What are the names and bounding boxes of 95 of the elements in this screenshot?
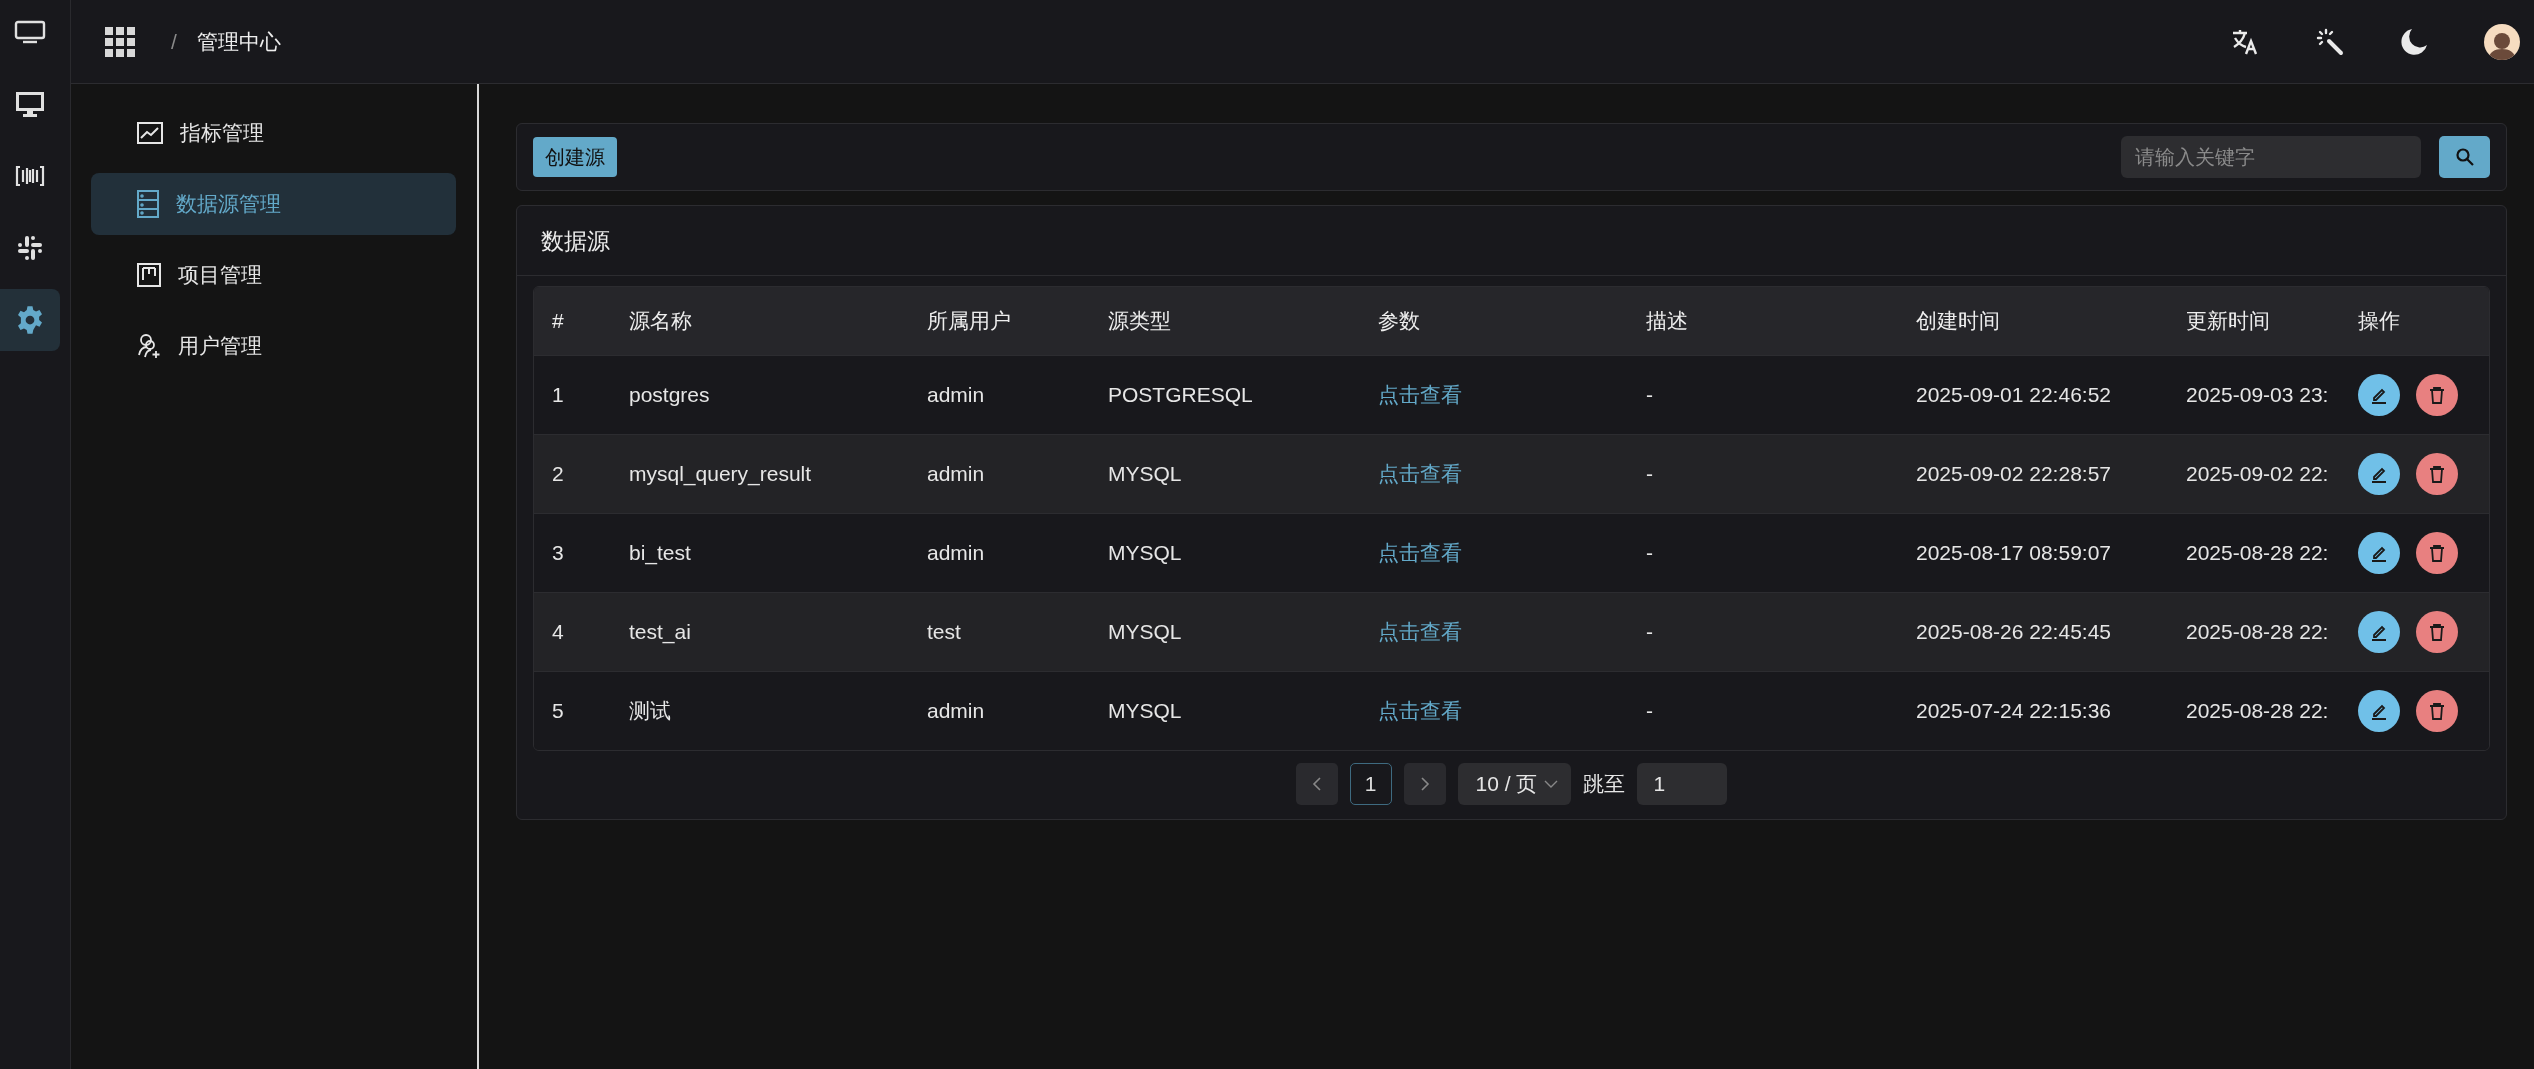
- moon-icon[interactable]: [2400, 27, 2428, 56]
- jump-field[interactable]: 1: [1637, 763, 1728, 805]
- pencil-icon: [2370, 386, 2388, 404]
- edit-button[interactable]: [2358, 453, 2400, 495]
- table-cell: 2025-08-28 22:: [2168, 592, 2340, 672]
- table-cell: mysql_query_result: [611, 434, 909, 514]
- table-cell: 2025-08-28 22:: [2168, 671, 2340, 750]
- table-cell: 2: [534, 434, 611, 514]
- table-cell: test_ai: [611, 592, 909, 672]
- chevron-right-icon: [1419, 776, 1430, 792]
- page-button[interactable]: 1: [1349, 763, 1392, 805]
- column-header: 更新时间: [2168, 287, 2340, 356]
- monitor-icon: [14, 20, 46, 44]
- search-field[interactable]: 请输入关键字: [2121, 136, 2421, 178]
- column-header: 参数: [1360, 287, 1628, 356]
- table-cell: -: [1628, 355, 1898, 435]
- search-icon: [2455, 148, 2474, 166]
- apps-grid-icon[interactable]: [105, 26, 135, 57]
- pencil-icon: [2370, 465, 2388, 483]
- table-cell: MYSQL: [1090, 434, 1360, 514]
- column-header: 描述: [1628, 287, 1898, 356]
- table-cell: 2025-08-28 22:: [2168, 513, 2340, 593]
- delete-button[interactable]: [2416, 690, 2458, 732]
- trash-icon: [2428, 386, 2446, 404]
- delete-button[interactable]: [2416, 374, 2458, 416]
- panel-title: 数据源: [517, 206, 2506, 276]
- table-cell: 2025-08-17 08:59:07: [1898, 513, 2168, 593]
- table-cell: 2025-09-03 23:: [2168, 355, 2340, 435]
- table-cell: admin: [909, 355, 1090, 435]
- column-header: 所属用户: [909, 287, 1090, 356]
- column-header: 创建时间: [1898, 287, 2168, 356]
- create-button[interactable]: 创建源: [533, 137, 617, 177]
- trash-icon: [2428, 544, 2446, 562]
- table-cell: 2025-09-02 22:28:57: [1898, 434, 2168, 514]
- trash-icon: [2428, 702, 2446, 720]
- table-cell: test: [909, 592, 1090, 672]
- table-cell: -: [1628, 434, 1898, 514]
- table-cell: 2025-09-02 22:: [2168, 434, 2340, 514]
- server-icon: [137, 190, 159, 218]
- table-cell: 1: [534, 355, 611, 435]
- search-button[interactable]: [2439, 136, 2490, 178]
- translate-icon[interactable]: [2232, 28, 2260, 55]
- table-cell: postgres: [611, 355, 909, 435]
- trash-icon: [2428, 623, 2446, 641]
- column-header: #: [534, 287, 611, 356]
- trash-icon: [2428, 465, 2446, 483]
- magic-wand-icon[interactable]: [2316, 27, 2344, 56]
- chevron-left-icon: [1311, 776, 1322, 792]
- settings-icon: [15, 305, 45, 335]
- table-cell: 4: [534, 592, 611, 672]
- delete-button[interactable]: [2416, 453, 2458, 495]
- table-cell: POSTGRESQL: [1090, 355, 1360, 435]
- view-link[interactable]: 点击查看: [1360, 592, 1628, 672]
- pencil-icon: [2370, 623, 2388, 641]
- table-cell: 5: [534, 671, 611, 750]
- desktop-icon: [14, 90, 46, 118]
- breadcrumb-separator: /: [171, 29, 177, 54]
- table-cell: MYSQL: [1090, 513, 1360, 593]
- table-cell: MYSQL: [1090, 592, 1360, 672]
- table-cell: admin: [909, 513, 1090, 593]
- breadcrumb[interactable]: 管理中心: [196, 27, 281, 56]
- delete-button[interactable]: [2416, 532, 2458, 574]
- edit-button[interactable]: [2358, 374, 2400, 416]
- view-link[interactable]: 点击查看: [1360, 355, 1628, 435]
- edit-button[interactable]: [2358, 690, 2400, 732]
- menu-item[interactable]: 用户管理: [91, 315, 456, 377]
- column-header: 源类型: [1090, 287, 1360, 356]
- table-cell: admin: [909, 434, 1090, 514]
- table-cell: -: [1628, 592, 1898, 672]
- table-cell: bi_test: [611, 513, 909, 593]
- jump-label: 跳至: [1583, 771, 1626, 797]
- pencil-icon: [2370, 702, 2388, 720]
- chevron-down-icon: [1543, 779, 1560, 789]
- hash-icon: [16, 234, 44, 262]
- avatar[interactable]: [2484, 23, 2520, 60]
- page-size-select[interactable]: 10 / 页: [1457, 763, 1572, 805]
- menu-item[interactable]: 指标管理: [91, 102, 456, 164]
- table-cell: -: [1628, 513, 1898, 593]
- table-cell: 3: [534, 513, 611, 593]
- board-icon: [137, 263, 161, 287]
- pencil-icon: [2370, 544, 2388, 562]
- menu-item[interactable]: 数据源管理: [91, 173, 456, 235]
- menu-item[interactable]: 项目管理: [91, 244, 456, 306]
- column-header: 操作: [2340, 287, 2489, 356]
- table-cell: 2025-08-26 22:45:45: [1898, 592, 2168, 672]
- view-link[interactable]: 点击查看: [1360, 513, 1628, 593]
- chart-icon: [137, 122, 163, 144]
- table-cell: 2025-09-01 22:46:52: [1898, 355, 2168, 435]
- edit-button[interactable]: [2358, 532, 2400, 574]
- delete-button[interactable]: [2416, 611, 2458, 653]
- column-header: 源名称: [611, 287, 909, 356]
- view-link[interactable]: 点击查看: [1360, 434, 1628, 514]
- edit-button[interactable]: [2358, 611, 2400, 653]
- barcode-icon: [15, 164, 45, 188]
- user-add-icon: [137, 333, 161, 359]
